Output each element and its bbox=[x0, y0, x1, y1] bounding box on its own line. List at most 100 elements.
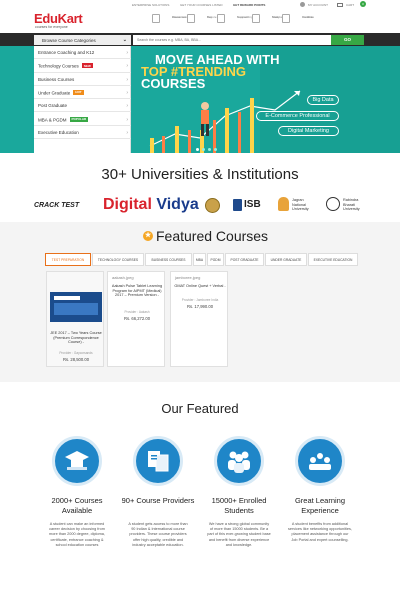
browse-categories-button[interactable]: Browse Course Categories ⌄ bbox=[34, 35, 131, 45]
hero-pill-digital-marketing[interactable]: Digital Marketing bbox=[278, 126, 339, 136]
feature-title-courses: 2000+ Courses Available bbox=[51, 496, 103, 515]
headset-icon bbox=[217, 14, 225, 23]
hero-pill-ecommerce[interactable]: E-Commerce Professional bbox=[256, 111, 339, 121]
rabindra-logo[interactable]: Rabindra Bharati University bbox=[343, 198, 360, 212]
course-card[interactable]: JEE 2017 – Two Years Course (Premium Cor… bbox=[46, 271, 104, 367]
feature-title-students: 15000+ Enrolled Students bbox=[211, 496, 267, 515]
feature-label: Support bbox=[237, 15, 248, 19]
logo-line: Rabindra bbox=[343, 198, 359, 202]
feature-desc-providers: A student gets access to more than 90 In… bbox=[128, 522, 188, 547]
my-account-link[interactable]: MY ACCOUNT bbox=[308, 3, 328, 7]
menu-item-undergraduate[interactable]: Under Graduate HOT › bbox=[34, 86, 131, 100]
new-badge: NEW bbox=[81, 63, 93, 69]
book-icon bbox=[252, 14, 260, 23]
star-icon: ★ bbox=[143, 231, 153, 241]
enterprise-link[interactable]: ENTERPRISE SOLUTIONS bbox=[132, 3, 169, 7]
feature-label: Institutes bbox=[302, 15, 315, 19]
isb-logo[interactable]: ISB bbox=[244, 199, 261, 210]
chevron-right-icon: › bbox=[126, 103, 128, 110]
edukart-logo[interactable]: EduKart bbox=[34, 11, 83, 26]
user-icon bbox=[300, 2, 305, 7]
course-price: Rs. 28,500.00 bbox=[62, 357, 90, 362]
menu-item-label: Executive Education bbox=[38, 129, 79, 135]
course-price: Rs. 66,272.00 bbox=[123, 316, 151, 321]
carousel-dots[interactable] bbox=[196, 148, 226, 152]
providers-circle bbox=[133, 436, 183, 486]
menu-item-label: Business Courses bbox=[38, 76, 75, 82]
carousel-dot[interactable] bbox=[214, 148, 217, 151]
menu-item-label: MBA & PGDM bbox=[38, 117, 67, 122]
tab-pgdm[interactable]: PGDM bbox=[207, 253, 224, 266]
our-featured-title: Our Featured bbox=[161, 401, 239, 416]
menu-item-entrance[interactable]: Entrance Coaching and K12 › bbox=[34, 46, 131, 60]
documents-icon bbox=[148, 451, 169, 472]
course-provider: Provider : Aakash bbox=[124, 310, 150, 314]
university-seal-logo[interactable] bbox=[205, 198, 220, 213]
logo-line: National bbox=[292, 202, 306, 207]
menu-item-postgraduate[interactable]: Post Graduate › bbox=[34, 99, 131, 113]
top-utility-bar: ENTERPRISE SOLUTIONS GET YOUR COURSES LI… bbox=[0, 0, 400, 10]
menu-item-business[interactable]: Business Courses › bbox=[34, 73, 131, 86]
logo-line: University bbox=[292, 207, 309, 211]
featured-courses-title: Featured Courses bbox=[156, 228, 269, 244]
chevron-right-icon: › bbox=[126, 63, 128, 70]
logo-line: Jagran bbox=[292, 198, 304, 202]
course-title: Aakash Pulse Tablet Learning Program for… bbox=[111, 284, 163, 298]
users-icon bbox=[228, 451, 250, 473]
feature-desc-experience: A student benefits from additional servi… bbox=[288, 522, 352, 542]
jagran-logo[interactable]: Jagran National University bbox=[292, 198, 309, 212]
trophy-icon bbox=[152, 14, 160, 23]
tab-executive-education[interactable]: EXECUTIVE EDUCATION bbox=[308, 253, 358, 266]
menu-item-mba-pgdm[interactable]: MBA & PGDM POPULAR › bbox=[34, 113, 131, 126]
cart-link[interactable]: CART bbox=[346, 3, 354, 7]
tab-test-preparation[interactable]: TEST PREPARATION bbox=[45, 253, 91, 266]
category-menu: Entrance Coaching and K12 › Technology Co… bbox=[34, 46, 131, 153]
course-thumbnail bbox=[50, 292, 102, 322]
experience-circle bbox=[295, 436, 345, 486]
hero-headline-3: COURSES bbox=[141, 76, 206, 91]
search-go-button[interactable]: GO bbox=[331, 35, 364, 45]
menu-item-executive[interactable]: Executive Education › bbox=[34, 126, 131, 140]
carousel-dot[interactable] bbox=[202, 148, 205, 151]
digital-vidya-logo[interactable]: Digital Vidya bbox=[103, 196, 199, 214]
tab-mba[interactable]: MBA bbox=[193, 253, 206, 266]
tab-business[interactable]: BUSINESS COURSES bbox=[145, 253, 192, 266]
hero-pill-big-data[interactable]: Big Data bbox=[307, 95, 339, 105]
browse-label: Browse Course Categories bbox=[42, 38, 96, 43]
lock-icon bbox=[187, 14, 195, 23]
building-icon bbox=[282, 14, 290, 23]
carousel-dot[interactable] bbox=[196, 148, 199, 151]
courses-circle bbox=[52, 436, 102, 486]
cart-count-badge: 0 bbox=[360, 1, 366, 7]
tab-under-graduate[interactable]: UNDER GRADUATE bbox=[265, 253, 307, 266]
feature-label: Pay bbox=[207, 15, 213, 19]
course-price: Rs. 17,990.00 bbox=[186, 304, 214, 309]
tab-technology[interactable]: TECHNOLOGY COURSES bbox=[92, 253, 144, 266]
reward-points-link[interactable]: GET REWARD POINTS bbox=[233, 3, 265, 7]
carousel-dot[interactable] bbox=[208, 148, 211, 151]
popular-badge: POPULAR bbox=[69, 116, 89, 122]
course-title: JEE 2017 – Two Years Course (Premium Cor… bbox=[50, 331, 102, 345]
get-listed-link[interactable]: GET YOUR COURSES LISTED bbox=[180, 3, 223, 7]
feature-label: Placement bbox=[172, 15, 187, 19]
course-card[interactable]: jamboree.jpeg GMAT Online Quest + Verbal… bbox=[170, 271, 228, 367]
group-discussion-icon bbox=[309, 453, 331, 470]
jagran-emblem-icon bbox=[278, 197, 289, 211]
feature-title-providers: 90+ Course Providers bbox=[121, 496, 195, 505]
chevron-right-icon: › bbox=[126, 76, 128, 83]
course-provider: Provider : Jamboree India bbox=[181, 298, 219, 302]
tab-post-graduate[interactable]: POST GRADUATE bbox=[225, 253, 264, 266]
logo-word: Digital bbox=[103, 196, 152, 213]
students-circle bbox=[214, 436, 264, 486]
search-input[interactable] bbox=[133, 35, 331, 45]
course-card[interactable]: aakash.jpeg Aakash Pulse Tablet Learning… bbox=[107, 271, 165, 367]
cracktest-logo[interactable]: CRACK TEST bbox=[34, 202, 79, 209]
chevron-down-icon: ⌄ bbox=[122, 37, 127, 43]
thumbnail-detail bbox=[54, 303, 98, 315]
logo-line: Bharati bbox=[343, 202, 356, 207]
feature-desc-courses: A student can make an informed career de… bbox=[49, 522, 105, 547]
course-provider: Provider : Gaycorsands bbox=[59, 351, 93, 355]
broken-image-name: jamboree.jpeg bbox=[175, 275, 201, 280]
isb-emblem-icon bbox=[233, 199, 242, 211]
menu-item-technology[interactable]: Technology Courses NEW › bbox=[34, 59, 131, 73]
